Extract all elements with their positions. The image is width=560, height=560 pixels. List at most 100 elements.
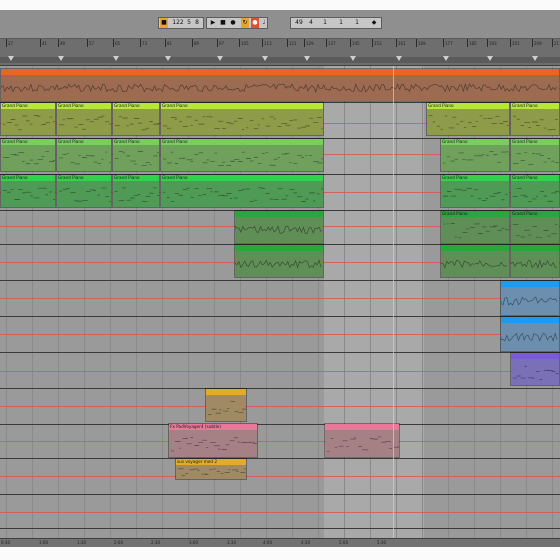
grid-line (448, 66, 449, 538)
clip-purple[interactable] (510, 352, 560, 386)
clip-grand-piano[interactable]: Grand Piano (0, 174, 56, 208)
signature-numerator[interactable]: 5 (186, 18, 192, 28)
locator-marker[interactable] (487, 56, 493, 61)
ruler-tick (217, 39, 218, 47)
locator-marker[interactable] (443, 56, 449, 61)
automation-line[interactable] (0, 406, 560, 407)
clip-grand-piano[interactable]: Grand Piano (0, 102, 56, 136)
metronome-icon[interactable]: ♩ (261, 18, 267, 28)
loop-length-field[interactable]: 1 (353, 18, 361, 28)
arrangement-view[interactable]: Grand Piano Grand Piano Grand Piano Grand P… (0, 66, 560, 538)
clip-sus-voyager[interactable]: sus voyager mod 2 (175, 458, 247, 480)
clip-content (511, 251, 559, 277)
clip-grand-piano[interactable]: Grand Piano (112, 174, 160, 208)
clip-green-pad[interactable] (234, 210, 324, 244)
tap-tempo-button[interactable]: ■ (160, 18, 168, 28)
punch-icon[interactable]: ● (251, 18, 259, 28)
clip-grand-piano[interactable]: Grand Piano (112, 138, 160, 172)
clip-green-pad[interactable] (440, 244, 510, 278)
signature-denominator[interactable]: 8 (194, 18, 200, 28)
clip-grand-piano[interactable]: Grand Piano (510, 102, 560, 136)
clip-grand-piano[interactable]: Grand Piano (510, 210, 560, 244)
time-label: 0:30 (1, 540, 10, 545)
grid-line (266, 66, 267, 538)
automation-line[interactable] (0, 512, 560, 513)
clip-grand-piano[interactable]: Grand Piano (160, 102, 324, 136)
ruler-tick (58, 39, 59, 47)
clip-grand-piano[interactable]: Grand Piano (440, 210, 510, 244)
clip-green-pad[interactable] (234, 244, 324, 278)
locator-marker[interactable] (8, 56, 14, 61)
ruler-tick (443, 39, 444, 47)
beat-time-ruler[interactable]: 27 41 49 57 65 73 81 89 97 105 113 121 129 137 145 153 1… (0, 39, 560, 66)
clip-grand-piano[interactable]: Grand Piano (510, 138, 560, 172)
play-icon[interactable]: ▶ (209, 18, 217, 28)
grid-line (344, 66, 345, 538)
loop-icon[interactable]: ↻ (241, 18, 249, 28)
clip-content (161, 145, 323, 171)
locator-marker[interactable] (165, 56, 171, 61)
clip-grand-piano[interactable]: Grand Piano (0, 138, 56, 172)
locator-marker[interactable] (113, 56, 119, 61)
ruler-tick (239, 39, 240, 47)
locator-marker[interactable] (350, 56, 356, 61)
clip-grand-piano[interactable]: Grand Piano (56, 102, 112, 136)
stop-icon[interactable]: ■ (219, 18, 227, 28)
locator-marker[interactable] (396, 56, 402, 61)
time-label: 1:30 (77, 540, 86, 545)
sixteenth-field[interactable]: 1 (337, 18, 345, 28)
grid-line (6, 66, 7, 538)
clip-grand-piano[interactable]: Grand Piano (56, 174, 112, 208)
ruler-bar-label: 41 (42, 41, 48, 46)
tempo-field[interactable]: 122 (172, 18, 184, 28)
clip-fx-pad-2[interactable] (324, 423, 400, 458)
clip-grand-piano[interactable]: Grand Piano (440, 138, 510, 172)
top-margin (0, 0, 560, 10)
clip-green-pad[interactable] (510, 244, 560, 278)
clip-grand-piano[interactable]: Grand Piano (426, 102, 510, 136)
clip-fx-pad[interactable]: Fx PadVoyager4 (subtle) (168, 423, 258, 458)
locator-marker[interactable] (532, 56, 538, 61)
beat-field[interactable]: 1 (321, 18, 329, 28)
record-icon[interactable]: ● (229, 18, 237, 28)
automation-line[interactable] (0, 476, 560, 477)
clip-blue[interactable] (500, 316, 560, 352)
clip-content (161, 109, 323, 135)
time-label: 2:30 (151, 540, 160, 545)
zoom-field[interactable]: 49 (293, 18, 305, 28)
clip-grand-piano[interactable]: Grand Piano (440, 174, 510, 208)
follow-icon[interactable]: ◆ (369, 18, 379, 28)
ruler-bar-label: 49 (60, 41, 66, 46)
grid-line (136, 66, 137, 538)
locator-marker[interactable] (262, 56, 268, 61)
ruler-bar-label: 209 (534, 41, 542, 46)
ruler-bar-label: 193 (489, 41, 497, 46)
clip-content (57, 109, 111, 135)
clip-grand-piano[interactable]: Grand Piano (112, 102, 160, 136)
automation-line[interactable] (0, 298, 560, 299)
clip-blue[interactable] (500, 280, 560, 316)
bottom-margin (0, 547, 560, 560)
clip-orange-lead[interactable] (0, 68, 560, 102)
grid-line (32, 66, 33, 538)
clip-grand-piano[interactable]: Grand Piano (56, 138, 112, 172)
locator-marker[interactable] (304, 56, 310, 61)
ruler-tick (140, 39, 141, 47)
clip-content (441, 181, 509, 207)
time-ruler[interactable]: 0:30 1:00 1:30 2:00 2:30 3:00 3:30 4:00 4:30 5:00… (0, 538, 560, 547)
locator-marker[interactable] (58, 56, 64, 61)
time-label: 4:00 (263, 540, 272, 545)
ruler-tick (510, 39, 511, 47)
clip-grand-piano[interactable]: Grand Piano (510, 174, 560, 208)
track-divider (0, 388, 560, 389)
clip-grand-piano[interactable]: Grand Piano (160, 174, 324, 208)
clip-small-yellow[interactable] (205, 388, 247, 422)
bar-position-field[interactable]: 4 (307, 18, 315, 28)
clip-grand-piano[interactable]: Grand Piano (160, 138, 324, 172)
automation-line[interactable] (0, 371, 560, 372)
loop-brace-bar[interactable] (0, 56, 560, 63)
automation-line[interactable] (0, 334, 560, 335)
locator-marker[interactable] (217, 56, 223, 61)
automation-line[interactable] (0, 441, 560, 442)
ruler-bar-label: 145 (352, 41, 360, 46)
